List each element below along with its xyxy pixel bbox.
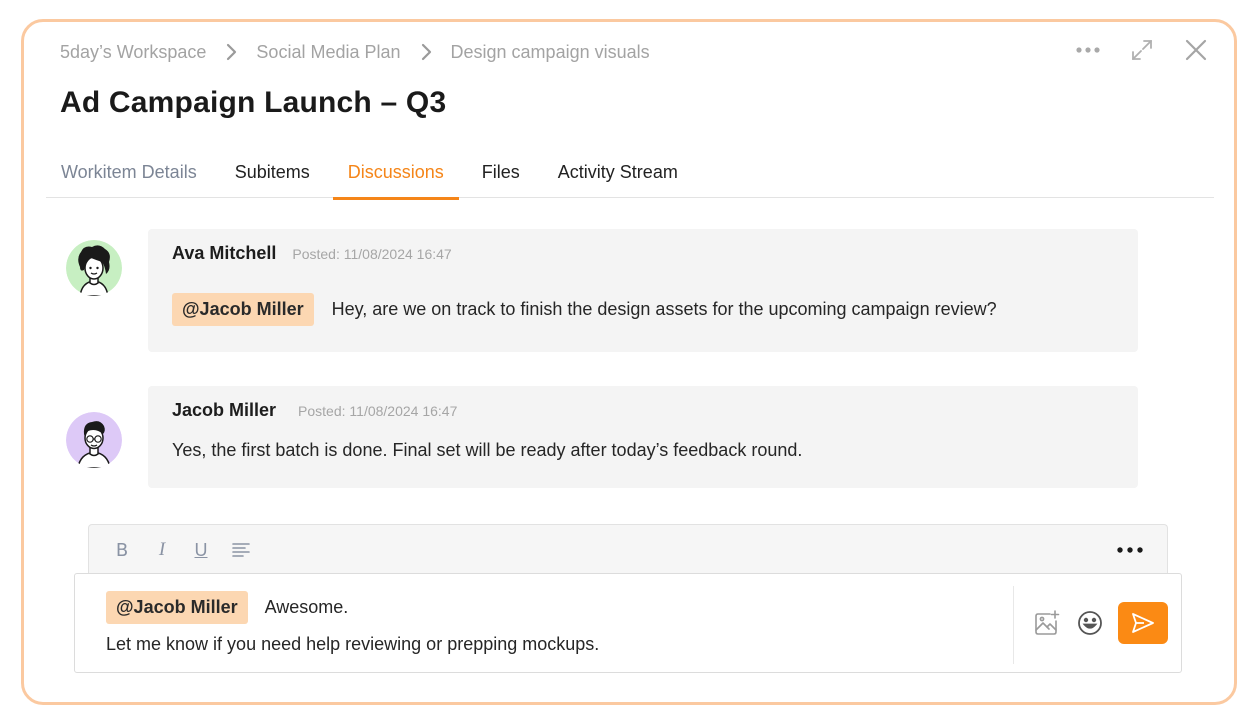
more-icon[interactable]: [1115, 539, 1145, 561]
message-header: Jacob Miller Posted: 11/08/2024 16:47: [172, 400, 457, 421]
avatar-jacob-miller: [66, 412, 122, 468]
chevron-right-icon: [220, 41, 242, 63]
tab-workitem-details[interactable]: Workitem Details: [46, 148, 212, 198]
message-timestamp: Posted: 11/08/2024 16:47: [292, 246, 452, 262]
send-icon: [1132, 613, 1154, 633]
breadcrumb-task[interactable]: Design campaign visuals: [451, 42, 650, 63]
workitem-panel: 5day’s Workspace Social Media Plan Desig…: [21, 19, 1237, 705]
message-text: Hey, are we on track to finish the desig…: [331, 299, 997, 319]
tab-bar: Workitem Details Subitems Discussions Fi…: [46, 148, 1214, 200]
align-left-icon[interactable]: [230, 539, 252, 561]
composer-divider: [1013, 586, 1014, 664]
emoji-icon[interactable]: [1076, 609, 1104, 637]
expand-icon[interactable]: [1128, 36, 1156, 64]
more-options-icon[interactable]: [1074, 36, 1102, 64]
tab-files[interactable]: Files: [467, 148, 535, 198]
breadcrumb-project[interactable]: Social Media Plan: [256, 42, 400, 63]
chevron-right-icon: [415, 41, 437, 63]
underline-icon[interactable]: U: [190, 539, 212, 561]
bold-icon[interactable]: B: [111, 539, 133, 561]
page-title: Ad Campaign Launch – Q3: [60, 86, 447, 119]
tab-subitems[interactable]: Subitems: [220, 148, 325, 198]
message-author[interactable]: Jacob Miller: [172, 400, 276, 421]
tab-discussions[interactable]: Discussions: [332, 148, 459, 200]
draft-text-line1[interactable]: Awesome.: [265, 597, 349, 618]
send-button[interactable]: [1118, 602, 1168, 644]
discussion-message: Ava Mitchell Posted: 11/08/2024 16:47 @J…: [66, 229, 1138, 355]
message-timestamp: Posted: 11/08/2024 16:47: [298, 403, 458, 419]
draft-mention-tag[interactable]: @Jacob Miller: [106, 591, 248, 624]
tab-activity-stream[interactable]: Activity Stream: [543, 148, 693, 198]
message-header: Ava Mitchell Posted: 11/08/2024 16:47: [172, 243, 452, 264]
message-bubble: Ava Mitchell Posted: 11/08/2024 16:47 @J…: [148, 229, 1138, 352]
italic-icon[interactable]: I: [151, 539, 173, 561]
message-author[interactable]: Ava Mitchell: [172, 243, 276, 264]
message-bubble: Jacob Miller Posted: 11/08/2024 16:47 Ye…: [148, 386, 1138, 488]
breadcrumb: 5day’s Workspace Social Media Plan Desig…: [60, 41, 650, 63]
breadcrumb-workspace[interactable]: 5day’s Workspace: [60, 42, 206, 63]
discussion-message: Jacob Miller Posted: 11/08/2024 16:47 Ye…: [66, 386, 1138, 490]
window-actions: [1074, 36, 1210, 64]
formatting-toolbar: B I U: [88, 524, 1168, 574]
mention-tag[interactable]: @Jacob Miller: [172, 293, 314, 326]
message-composer[interactable]: @Jacob Miller Awesome. Let me know if yo…: [74, 573, 1182, 673]
draft-text-line2[interactable]: Let me know if you need help reviewing o…: [106, 634, 599, 654]
avatar-ava-mitchell: [66, 240, 122, 296]
message-text: Yes, the first batch is done. Final set …: [172, 440, 803, 460]
close-icon[interactable]: [1182, 36, 1210, 64]
add-image-icon[interactable]: [1033, 609, 1061, 637]
